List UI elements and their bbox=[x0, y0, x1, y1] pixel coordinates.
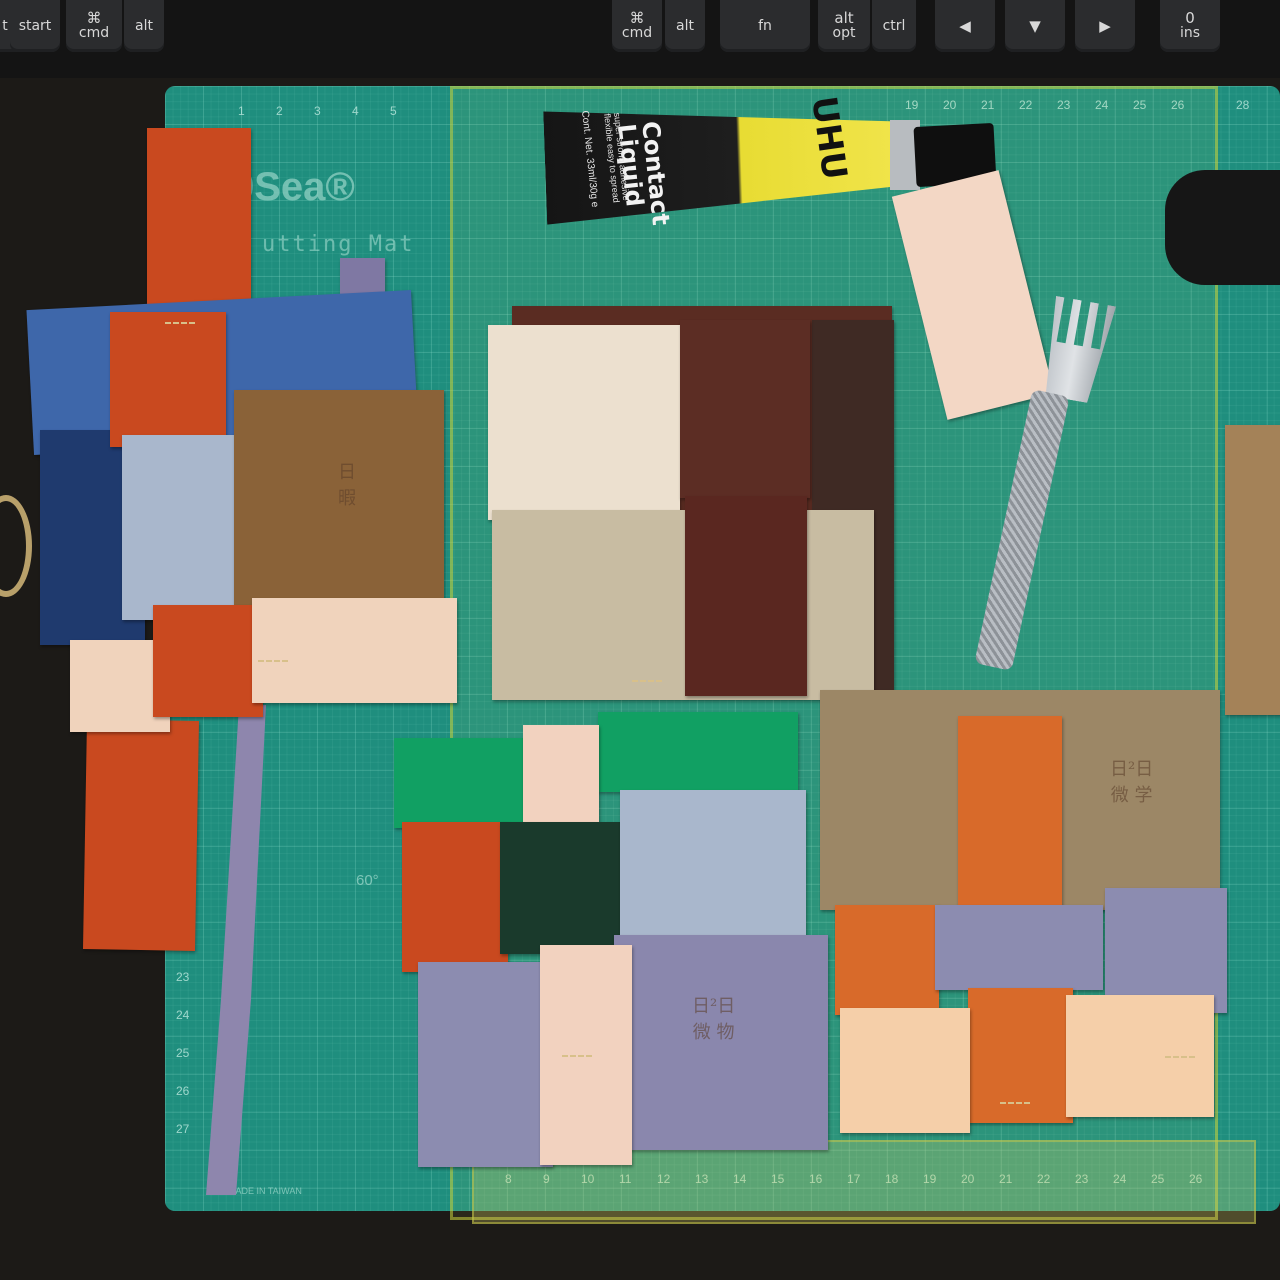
key-label: t bbox=[2, 17, 8, 34]
leather-beige-textured bbox=[492, 510, 874, 700]
leather-strip-orange-bottom bbox=[83, 719, 199, 951]
key-alt-opt[interactable]: alt opt bbox=[818, 0, 870, 52]
black-object bbox=[1165, 170, 1280, 285]
key-start[interactable]: start bbox=[10, 0, 60, 52]
leather-brown-vertical bbox=[685, 496, 807, 696]
key-label: ins bbox=[1179, 25, 1201, 41]
key-ctrl[interactable]: ctrl bbox=[872, 0, 916, 52]
leather-peach-top bbox=[523, 725, 599, 835]
ruler-number: 24 bbox=[176, 1008, 190, 1022]
key-label: cmd bbox=[78, 25, 110, 41]
leather-tangerine-top bbox=[958, 716, 1062, 911]
ruler-number: 4 bbox=[352, 104, 359, 118]
leather-peach-left bbox=[840, 1008, 970, 1133]
thread-spool bbox=[0, 495, 32, 597]
stitch bbox=[632, 680, 662, 686]
key-alt-right[interactable]: alt bbox=[665, 0, 705, 52]
key-glyph: ⌘ bbox=[86, 9, 102, 27]
ruler-number: 25 bbox=[176, 1046, 190, 1060]
stitch bbox=[562, 1055, 592, 1061]
key-label: alt bbox=[676, 17, 694, 34]
stitch bbox=[165, 322, 195, 328]
key-glyph: ◀ bbox=[959, 16, 971, 35]
leather-orange-weave-top bbox=[110, 312, 226, 447]
leather-forest-green bbox=[500, 822, 620, 954]
leather-strip-orange-top bbox=[147, 128, 251, 318]
stitch bbox=[1000, 1102, 1030, 1108]
leather-tangerine-left bbox=[835, 905, 939, 1015]
key-fn[interactable]: fn bbox=[720, 0, 810, 52]
key-label: alt bbox=[135, 17, 153, 34]
stitch bbox=[1165, 1056, 1195, 1062]
ruler-number: 1 bbox=[238, 104, 245, 118]
stamp-tan: 日²日 微 学 bbox=[1110, 759, 1154, 806]
key-glyph: ⌘ bbox=[629, 9, 645, 27]
key-alt-left[interactable]: alt bbox=[124, 0, 164, 52]
leather-lavender-strip bbox=[935, 905, 1103, 990]
key-label: ctrl bbox=[882, 17, 906, 34]
key-glyph: ▶ bbox=[1099, 16, 1111, 35]
leather-pale-blue-center bbox=[620, 790, 806, 950]
key-cmd-left[interactable]: ⌘ cmd bbox=[66, 0, 122, 52]
key-glyph: 0 bbox=[1185, 9, 1195, 27]
leather-orange-weave-bottom bbox=[153, 605, 263, 717]
key-glyph: ▼ bbox=[1029, 16, 1041, 35]
ruler-number: 28 bbox=[1236, 98, 1250, 112]
stamp-brown-left: 日 暇 bbox=[338, 462, 356, 509]
key-arrow-right[interactable]: ▶ bbox=[1075, 0, 1135, 52]
ruler-number: 23 bbox=[176, 970, 190, 984]
key-label: start bbox=[18, 17, 52, 34]
key-label: opt bbox=[832, 25, 856, 41]
key-label: fn bbox=[758, 17, 772, 34]
leather-edge-right bbox=[1225, 425, 1280, 715]
leather-green-left bbox=[394, 738, 529, 828]
leather-brown-glossy bbox=[680, 320, 810, 498]
stitch bbox=[258, 660, 288, 666]
keyboard: t start ⌘ cmd alt ⌘ cmd alt fn alt opt ctrl ◀ ▼ ▶ 0 ins bbox=[0, 0, 1280, 78]
mat-country: MADE IN TAIWAN bbox=[228, 1186, 302, 1196]
leather-green-right bbox=[598, 712, 798, 792]
key-label: cmd bbox=[621, 25, 653, 41]
leather-cream-textured bbox=[488, 325, 680, 520]
ruler-number: 5 bbox=[390, 104, 397, 118]
key-arrow-down[interactable]: ▼ bbox=[1005, 0, 1065, 52]
key-cmd-right[interactable]: ⌘ cmd bbox=[612, 0, 662, 52]
leather-lavender-left bbox=[418, 962, 553, 1167]
leather-orange-weave bbox=[402, 822, 508, 972]
ruler-number: 26 bbox=[176, 1084, 190, 1098]
ruler-number: 3 bbox=[314, 104, 321, 118]
mat-subtitle: utting Mat bbox=[262, 232, 415, 257]
key-ins[interactable]: 0 ins bbox=[1160, 0, 1220, 52]
key-arrow-left[interactable]: ◀ bbox=[935, 0, 995, 52]
key-glyph: alt bbox=[834, 9, 854, 27]
ruler-number: 2 bbox=[276, 104, 283, 118]
stamp-lavender: 日²日 微 物 bbox=[692, 996, 736, 1043]
ruler-number: 27 bbox=[176, 1122, 190, 1136]
mat-angle-label: 60° bbox=[356, 872, 379, 889]
leather-cream-right bbox=[252, 598, 457, 703]
